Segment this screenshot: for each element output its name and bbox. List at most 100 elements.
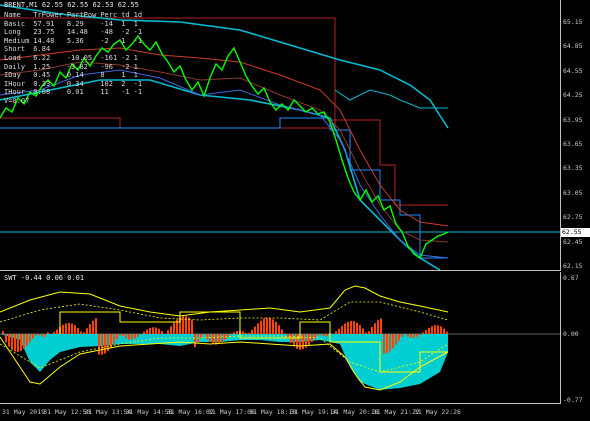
info-cell: 0.01 (66, 88, 84, 97)
indicator-pane[interactable]: SWT -0.44 0.06 0.01 (0, 272, 561, 404)
price-tick-label: 63.65 (563, 140, 583, 148)
histogram-bar (368, 331, 370, 334)
histogram-bar (143, 331, 145, 334)
histogram-bar (440, 326, 442, 334)
info-cell (134, 45, 146, 54)
info-cell: -1 (133, 79, 143, 88)
info-cell: 1 (133, 19, 138, 28)
price-tick-label: 63.05 (563, 188, 583, 197)
histogram-bar (245, 332, 247, 334)
histogram-bar (275, 321, 277, 334)
info-table-row: IHour 0.33 0.34 102 2 -1 (4, 80, 146, 89)
histogram-bar (44, 334, 46, 337)
info-table-body: Basic 57.91 8.29 -14 1 1 Long 23.75 14.48 -48 -2 -1… (4, 20, 146, 106)
histogram-bar (80, 331, 82, 334)
info-cell: Short (4, 45, 26, 54)
info-cell: -1 (133, 88, 143, 97)
histogram-bar (326, 334, 328, 337)
histogram-bar (413, 334, 415, 338)
histogram-bar (383, 334, 385, 354)
histogram-bar (95, 318, 97, 334)
histogram-bar (26, 334, 28, 346)
info-cell (121, 97, 133, 106)
price-chart-pane[interactable]: BRENT,M1 62.55 62.55 62.53 62.55 Name Tr… (0, 0, 561, 271)
histogram-bar (311, 334, 313, 342)
histogram-bar (128, 334, 130, 340)
histogram-bar (56, 329, 58, 334)
histogram-bar (323, 334, 325, 337)
histogram-bar (257, 323, 259, 334)
histogram-bar (338, 328, 340, 334)
histogram-bar (266, 317, 268, 334)
price-tick-label: 62.15 (563, 262, 583, 270)
info-cell: -48 (100, 28, 113, 37)
histogram-bar (20, 334, 22, 351)
price-tick-label: 62.45 (563, 237, 583, 246)
info-cell: 6.84 (33, 45, 51, 54)
info-cell (67, 45, 101, 54)
histogram-bar (38, 334, 40, 336)
histogram-bar (377, 320, 379, 334)
histogram-bar (35, 334, 37, 336)
info-table-row: Long 23.75 14.48 -48 -2 -1 (4, 28, 146, 37)
histogram-bar (65, 323, 67, 334)
histogram-bar (47, 332, 49, 334)
info-cell: IHour (4, 88, 26, 97)
info-cell: -1 (133, 36, 143, 45)
histogram-bar (374, 323, 376, 334)
price-tick-label: 64.85 (563, 42, 583, 51)
histogram-bar (188, 317, 190, 334)
histogram-bar (308, 334, 310, 345)
info-cell: 57.91 (33, 19, 55, 28)
histogram-bar (416, 334, 418, 337)
histogram-bar (365, 332, 367, 334)
info-cell: -2 (100, 36, 109, 45)
price-tick-label: 63.95 (563, 115, 583, 124)
histogram-bar (320, 334, 322, 335)
histogram-bar (242, 331, 244, 334)
histogram-bar (215, 334, 217, 345)
histogram-bar (395, 334, 397, 345)
info-table-row: Basic 57.91 8.29 -14 1 1 (4, 20, 146, 29)
info-cell: 8.29 (66, 19, 84, 28)
histogram-bar (254, 326, 256, 334)
histogram-bar (401, 334, 403, 337)
info-cell: -1 (121, 88, 130, 97)
histogram-bar (263, 318, 265, 334)
indicator-tick-label: 0.00 (563, 330, 579, 338)
histogram-bar (86, 328, 88, 334)
info-cell: -14 (100, 19, 113, 28)
histogram-bar (251, 329, 253, 334)
histogram-bar (5, 334, 7, 343)
info-table-header: Name TrPower PartPow Perc td 1d (4, 11, 146, 20)
info-table-row: IDay 0.45 0.14 8 1 1 (4, 71, 146, 80)
histogram-bar (362, 328, 364, 334)
info-cell: -2 (121, 53, 130, 62)
info-cell: 6.22 (33, 53, 51, 62)
info-cell: Load (4, 53, 21, 62)
info-cell: Long (4, 28, 21, 37)
histogram-bar (344, 323, 346, 334)
info-cell: 1 (133, 53, 138, 62)
histogram-bar (167, 330, 169, 334)
histogram-bar (113, 334, 115, 344)
info-cell: -161 (100, 53, 118, 62)
histogram-bar (200, 334, 202, 338)
histogram-bar (428, 327, 430, 334)
histogram-bar (152, 327, 154, 334)
histogram-bar (32, 334, 34, 339)
histogram-bar (173, 322, 175, 334)
histogram-bar (194, 334, 196, 348)
histogram-bar (68, 322, 70, 334)
info-cell: -10.05 (66, 53, 93, 62)
histogram-bar (149, 328, 151, 334)
histogram-bar (260, 320, 262, 334)
histogram-bar (437, 325, 439, 334)
histogram-bar (131, 334, 133, 340)
histogram-bar (146, 329, 148, 334)
info-cell (100, 45, 121, 54)
info-cell: -3.82 (66, 62, 88, 71)
histogram-bar (236, 331, 238, 334)
info-table-row: V=0.07 (4, 97, 146, 106)
support-step-line (0, 117, 448, 259)
